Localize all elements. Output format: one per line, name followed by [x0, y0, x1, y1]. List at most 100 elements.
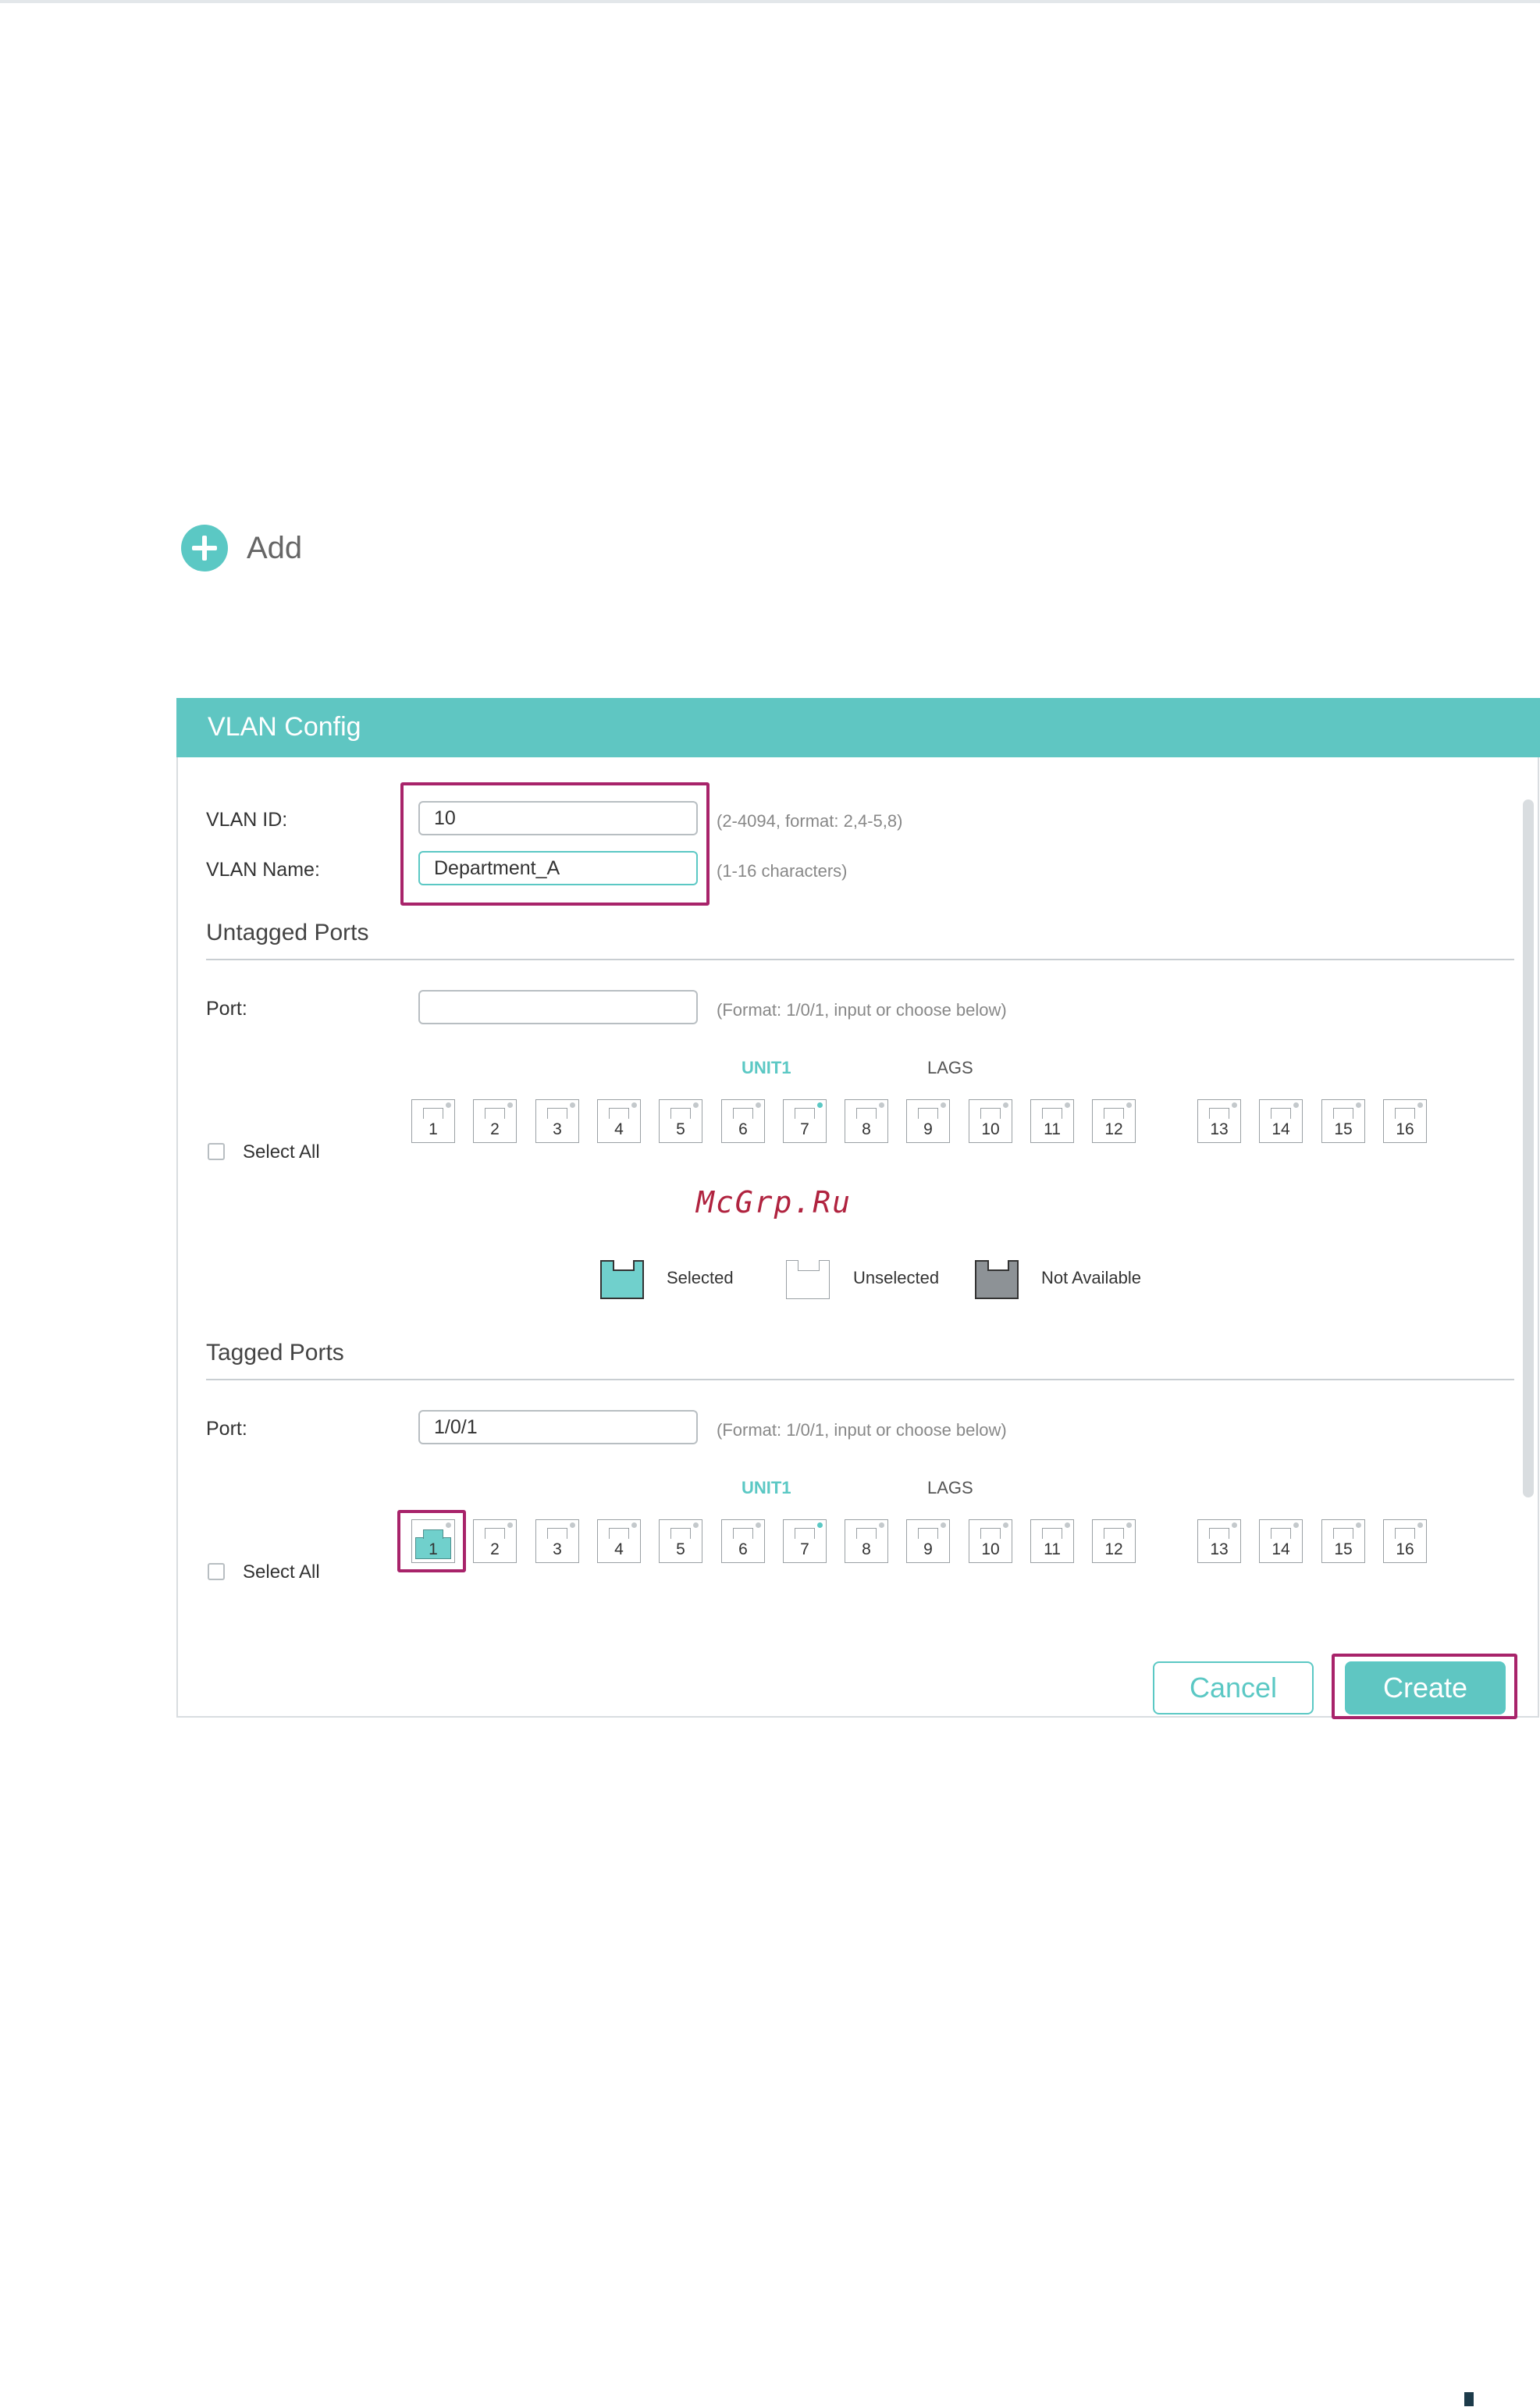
- port-number: 14: [1271, 1120, 1290, 1138]
- port-number: 7: [800, 1540, 809, 1558]
- port-number: 1: [429, 1120, 438, 1138]
- port-number: 10: [981, 1540, 1000, 1558]
- port-number: 11: [1044, 1540, 1061, 1558]
- tagged-port-hint: (Format: 1/0/1, input or choose below): [717, 1420, 1007, 1440]
- tagged-lags-label: LAGS: [927, 1478, 973, 1497]
- tagged-port-14[interactable]: 14: [1259, 1519, 1303, 1563]
- port-number: 4: [614, 1120, 624, 1138]
- untagged-port-16[interactable]: 16: [1383, 1099, 1427, 1143]
- vlan-fields-highlight: [400, 782, 710, 906]
- untagged-select-all-checkbox[interactable]: [208, 1143, 225, 1160]
- port-number: 1: [429, 1540, 438, 1558]
- untagged-port-7[interactable]: 7: [783, 1099, 827, 1143]
- panel-header: VLAN Config: [176, 698, 1540, 757]
- port-number: 8: [862, 1540, 871, 1558]
- tagged-ports-title: Tagged Ports: [206, 1340, 344, 1366]
- port-number: 9: [923, 1120, 933, 1138]
- legend-unselected-label: Unselected: [853, 1268, 940, 1287]
- untagged-port-1[interactable]: 1: [411, 1099, 455, 1143]
- untagged-port-15[interactable]: 15: [1321, 1099, 1365, 1143]
- top-rule: [0, 0, 1540, 3]
- port-number: 14: [1271, 1540, 1290, 1558]
- untagged-port-13[interactable]: 13: [1197, 1099, 1241, 1143]
- add-button[interactable]: Add: [181, 525, 302, 571]
- port-number: 2: [490, 1540, 500, 1558]
- untagged-ports-title: Untagged Ports: [206, 920, 369, 945]
- port-number: 5: [676, 1540, 685, 1558]
- untagged-port-6[interactable]: 6: [721, 1099, 765, 1143]
- tagged-port-9[interactable]: 9: [906, 1519, 950, 1563]
- untagged-port-9[interactable]: 9: [906, 1099, 950, 1143]
- tagged-port-11[interactable]: 11: [1030, 1519, 1074, 1563]
- tagged-port-input[interactable]: [418, 1410, 698, 1444]
- vlan-id-label: VLAN ID:: [206, 809, 288, 831]
- untagged-port-label: Port:: [206, 998, 247, 1020]
- legend-unselected-icon: [786, 1260, 830, 1299]
- untagged-unit-label: UNIT1: [742, 1058, 791, 1077]
- tagged-port-13[interactable]: 13: [1197, 1519, 1241, 1563]
- cancel-button[interactable]: Cancel: [1153, 1661, 1314, 1714]
- untagged-port-3[interactable]: 3: [535, 1099, 579, 1143]
- port-number: 13: [1210, 1540, 1229, 1558]
- untagged-port-11[interactable]: 11: [1030, 1099, 1074, 1143]
- port-number: 6: [738, 1540, 748, 1558]
- panel-title: VLAN Config: [208, 712, 361, 742]
- plus-circle-icon: [181, 525, 228, 571]
- tagged-port-4[interactable]: 4: [597, 1519, 641, 1563]
- untagged-divider: [206, 959, 1514, 960]
- port-number: 11: [1044, 1120, 1061, 1138]
- port-number: 4: [614, 1540, 624, 1558]
- tagged-select-all-checkbox[interactable]: [208, 1563, 225, 1580]
- port-number: 9: [923, 1540, 933, 1558]
- tagged-port-10[interactable]: 10: [969, 1519, 1012, 1563]
- legend-not-available-label: Not Available: [1041, 1268, 1142, 1287]
- port-number: 5: [676, 1120, 685, 1138]
- port-number: 13: [1210, 1120, 1229, 1138]
- tagged-port-15[interactable]: 15: [1321, 1519, 1365, 1563]
- tagged-divider: [206, 1379, 1514, 1380]
- tagged-port-6[interactable]: 6: [721, 1519, 765, 1563]
- untagged-port-10[interactable]: 10: [969, 1099, 1012, 1143]
- port-number: 6: [738, 1120, 748, 1138]
- tagged-port-3[interactable]: 3: [535, 1519, 579, 1563]
- untagged-lags-label: LAGS: [927, 1058, 973, 1077]
- watermark: McGrp.Ru: [696, 1185, 852, 1220]
- tagged-port-12[interactable]: 12: [1092, 1519, 1136, 1563]
- add-label: Add: [247, 530, 303, 565]
- legend-selected-icon: [600, 1260, 644, 1299]
- vlan-name-label: VLAN Name:: [206, 859, 320, 881]
- port-number: 7: [800, 1120, 809, 1138]
- untagged-port-14[interactable]: 14: [1259, 1099, 1303, 1143]
- port-number: 3: [553, 1540, 562, 1558]
- port-number: 16: [1396, 1540, 1414, 1558]
- port-number: 3: [553, 1120, 562, 1138]
- untagged-port-4[interactable]: 4: [597, 1099, 641, 1143]
- legend-selected-label: Selected: [667, 1268, 734, 1287]
- tagged-port-7[interactable]: 7: [783, 1519, 827, 1563]
- tagged-port-2[interactable]: 2: [473, 1519, 517, 1563]
- untagged-port-8[interactable]: 8: [845, 1099, 888, 1143]
- port-number: 15: [1334, 1120, 1353, 1138]
- port-number: 15: [1334, 1540, 1353, 1558]
- tagged-port-16[interactable]: 16: [1383, 1519, 1427, 1563]
- untagged-port-2[interactable]: 2: [473, 1099, 517, 1143]
- untagged-select-all-label: Select All: [243, 1141, 320, 1163]
- tagged-select-all-label: Select All: [243, 1561, 320, 1583]
- tagged-port-label: Port:: [206, 1418, 247, 1440]
- vlan-config-panel: [176, 698, 1539, 1718]
- port-number: 2: [490, 1120, 500, 1138]
- vlan-name-hint: (1-16 characters): [717, 861, 848, 881]
- port-number: 16: [1396, 1120, 1414, 1138]
- tagged-port-5[interactable]: 5: [659, 1519, 702, 1563]
- untagged-port-input[interactable]: [418, 990, 698, 1024]
- untagged-port-5[interactable]: 5: [659, 1099, 702, 1143]
- legend-not-available-icon: [975, 1260, 1019, 1299]
- port-number: 12: [1104, 1120, 1123, 1138]
- untagged-port-12[interactable]: 12: [1092, 1099, 1136, 1143]
- port-number: 12: [1104, 1540, 1123, 1558]
- tagged-unit-label: UNIT1: [742, 1478, 791, 1497]
- scrollbar[interactable]: [1523, 799, 1534, 1497]
- untagged-port-hint: (Format: 1/0/1, input or choose below): [717, 1000, 1007, 1020]
- tagged-port-8[interactable]: 8: [845, 1519, 888, 1563]
- create-button-highlight: [1332, 1654, 1517, 1719]
